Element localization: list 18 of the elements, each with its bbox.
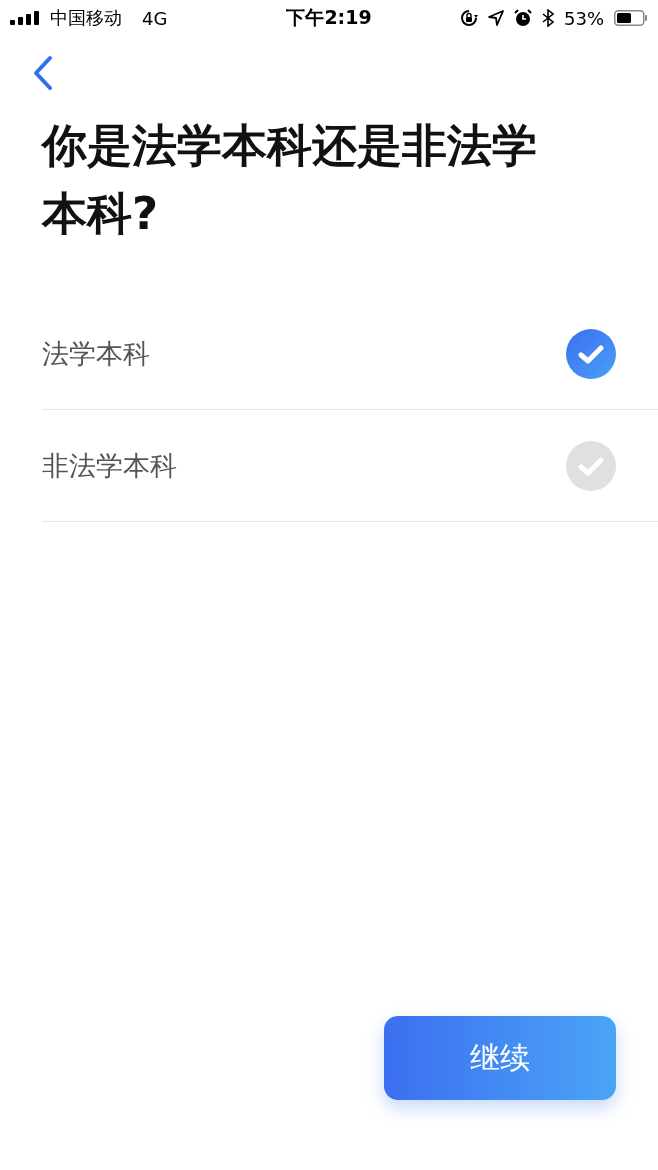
battery-percent: 53% <box>564 7 604 29</box>
bluetooth-icon <box>542 9 554 27</box>
carrier-name: 中国移动 <box>50 6 122 30</box>
check-icon[interactable] <box>566 440 616 491</box>
option-label: 法学本科 <box>42 336 150 371</box>
battery-icon <box>614 10 648 26</box>
rotation-lock-icon <box>460 9 478 27</box>
location-arrow-icon <box>488 10 504 26</box>
signal-icon <box>10 11 42 25</box>
check-icon[interactable] <box>566 328 616 379</box>
status-time: 下午2:19 <box>286 5 372 30</box>
continue-button[interactable]: 继续 <box>384 1016 616 1100</box>
alarm-clock-icon <box>514 9 532 27</box>
option-row[interactable]: 非法学本科 <box>42 410 658 522</box>
question-title: 你是法学本科还是非法学本科? <box>42 118 538 242</box>
network-type: 4G <box>142 7 168 29</box>
option-row[interactable]: 法学本科 <box>42 298 658 410</box>
option-label: 非法学本科 <box>42 448 177 483</box>
